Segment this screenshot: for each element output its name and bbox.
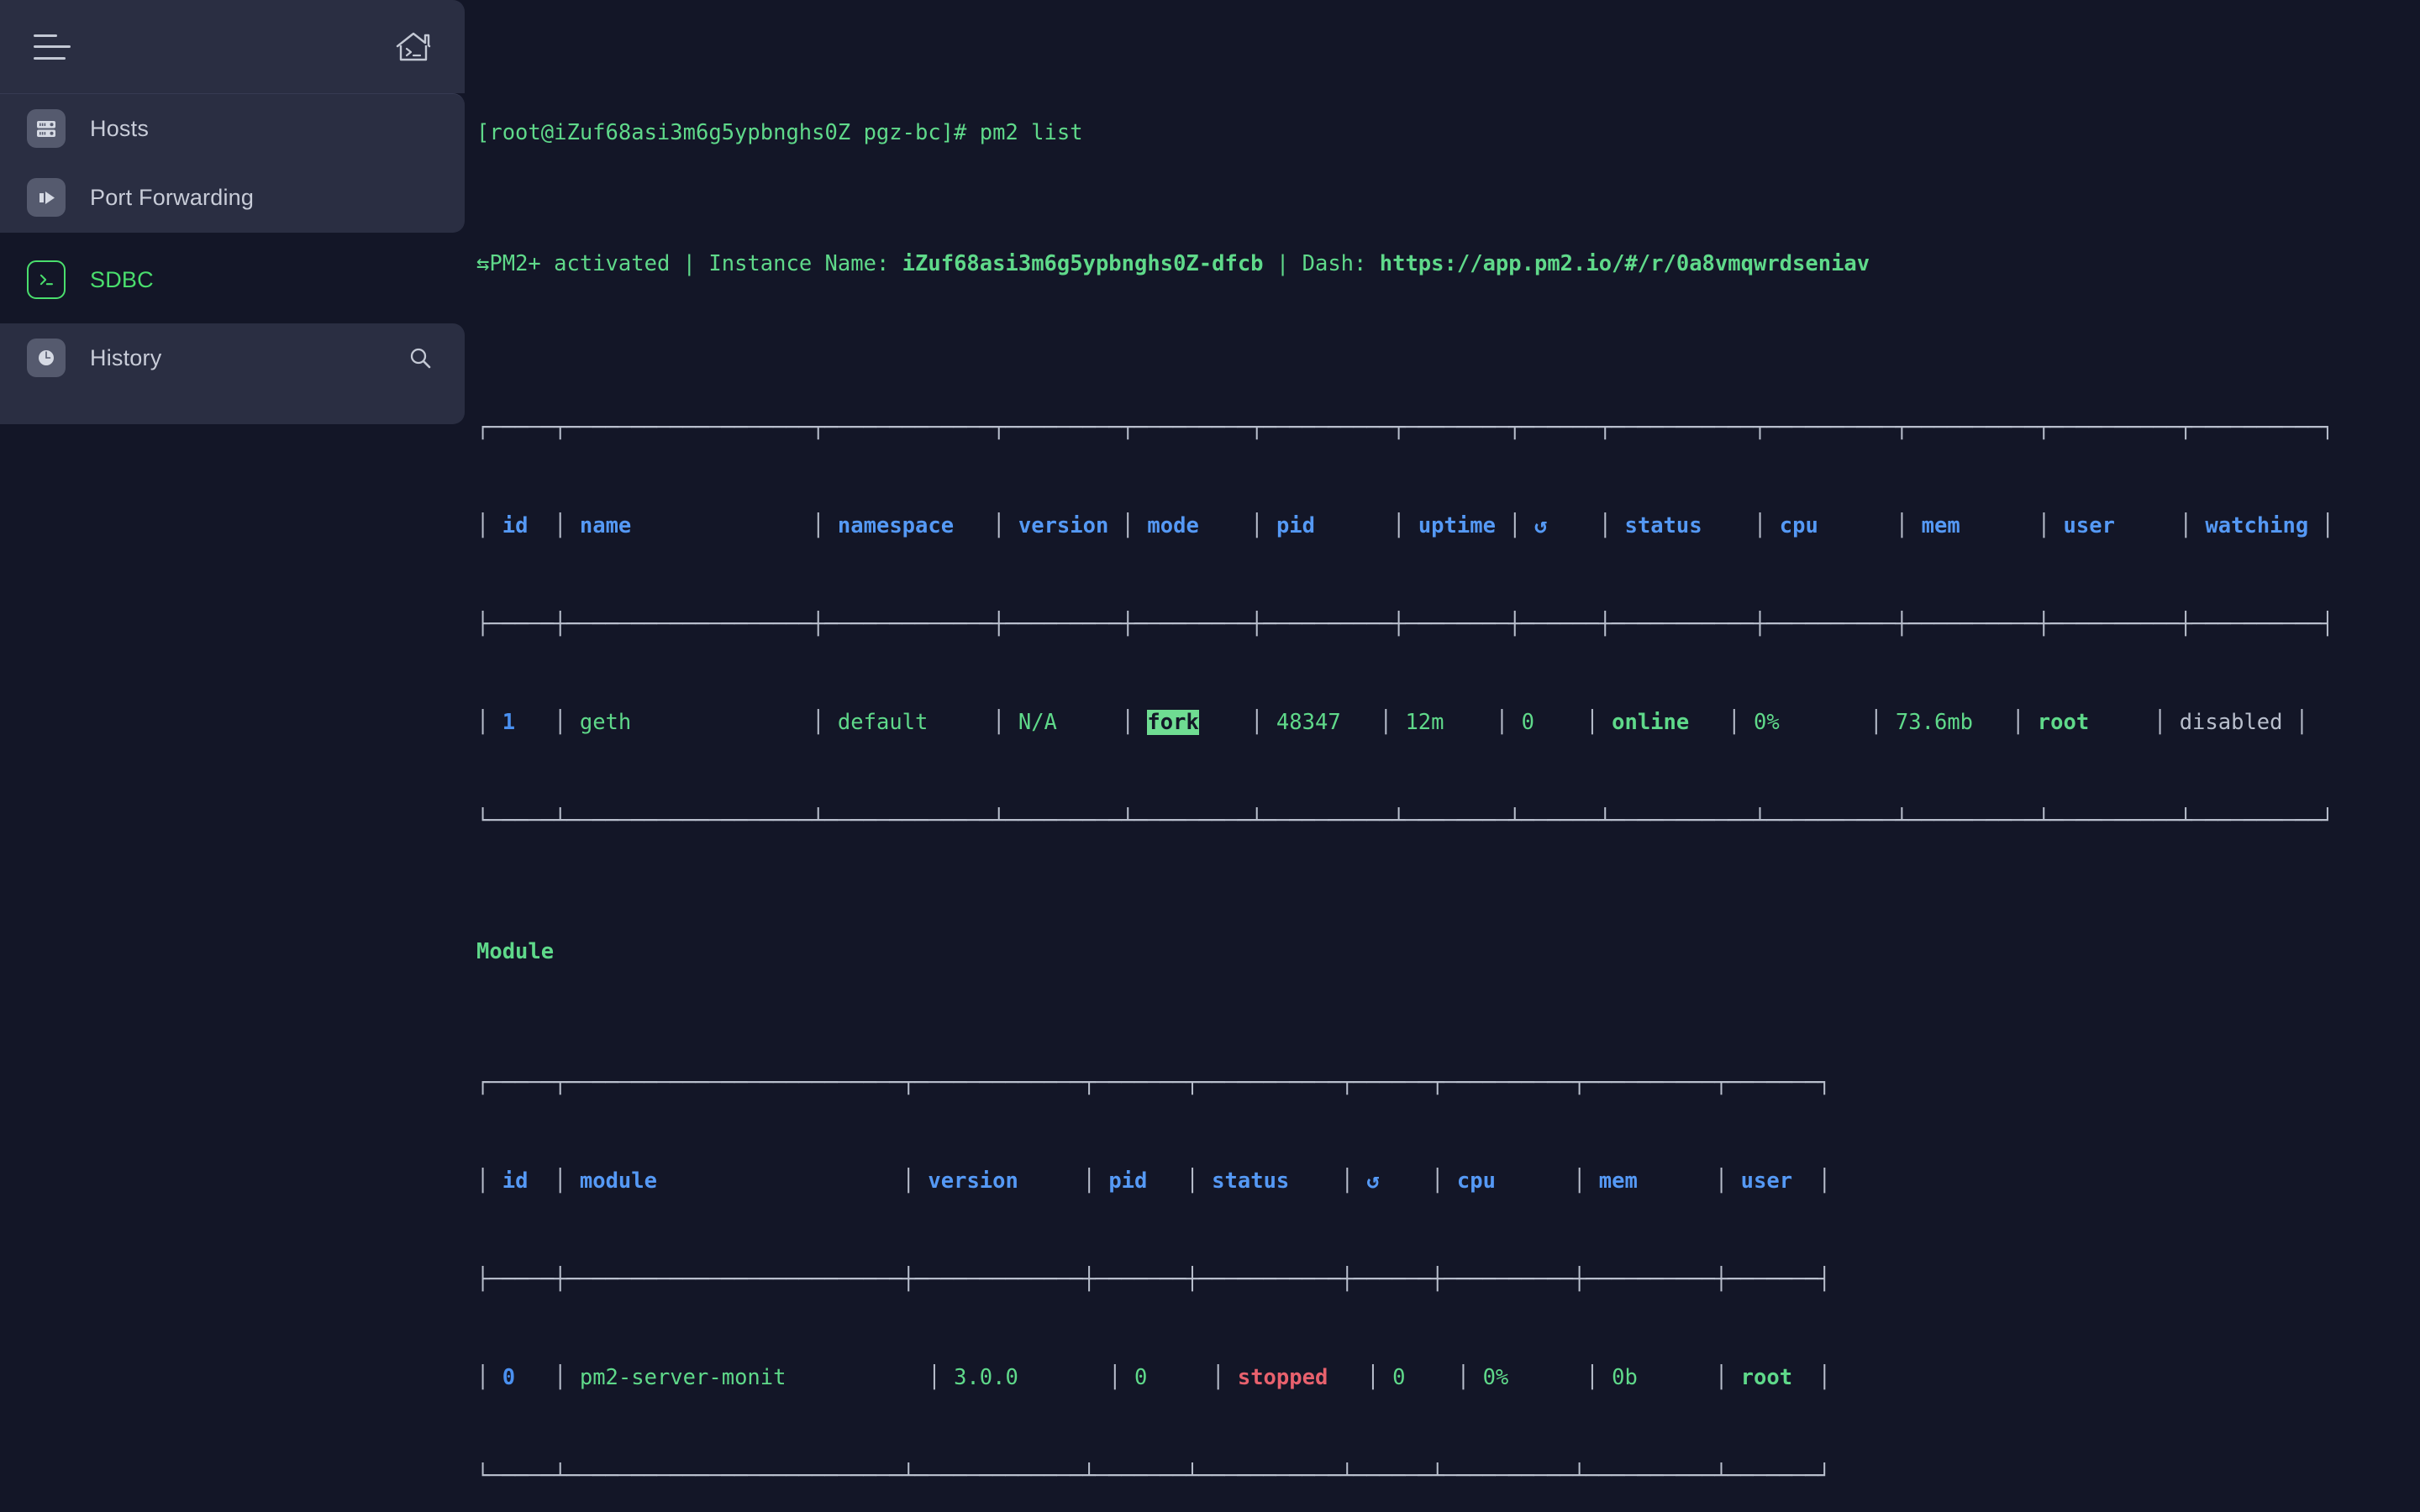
process-table-top-border: ┌─────┬───────────────────┬─────────────…	[476, 415, 2334, 440]
module-table-bottom-border: └─────┴──────────────────────────┴──────…	[476, 1463, 1831, 1488]
terminal-output-pane[interactable]: [root@iZuf68asi3m6g5ypbnghs0Z pgz-bc]# p…	[465, 0, 2420, 1512]
terminal-line-pm2-activated: ⇆PM2+ activated | Instance Name: iZuf68a…	[476, 251, 1870, 276]
process-table-header-row: │ id │ name │ namespace │ version │ mode…	[476, 513, 2334, 538]
server-rack-icon	[27, 109, 66, 148]
terminal-prompt-icon	[27, 260, 66, 299]
sidebar-group-primary: Hosts Port Forwarding	[0, 93, 465, 233]
process-table-bottom-border: └─────┴───────────────────┴─────────────…	[476, 808, 2334, 833]
sidebar-item-hosts[interactable]: Hosts	[0, 94, 465, 163]
module-section-title: Module	[476, 939, 555, 964]
process-table-row: │ 1 │ geth │ default │ N/A │ fork │ 4834…	[476, 710, 2309, 735]
sidebar-topbar	[0, 0, 465, 93]
sidebar-item-sdbc[interactable]: SDBC	[0, 245, 465, 314]
module-table-row: │ 0 │ pm2-server-monit │ 3.0.0 │ 0 │ sto…	[476, 1365, 1832, 1390]
shell-prompt: [root@iZuf68asi3m6g5ypbnghs0Z pgz-bc]#	[476, 120, 967, 145]
sidebar-item-label: Port Forwarding	[90, 184, 255, 210]
process-mode-badge: fork	[1147, 710, 1199, 735]
forward-arrow-icon	[27, 178, 66, 217]
pm2-instance-name: iZuf68asi3m6g5ypbnghs0Z-dfcb	[902, 251, 1264, 276]
clock-icon	[27, 339, 66, 377]
sidebar: Hosts Port Forwarding SDBC History	[0, 0, 465, 1512]
hamburger-icon[interactable]	[34, 34, 71, 60]
module-table-divider: ├─────┼──────────────────────────┼──────…	[476, 1267, 1831, 1292]
module-table-top-border: ┌─────┬──────────────────────────┬──────…	[476, 1070, 1831, 1095]
terminal-line-cmd-pm2-list: [root@iZuf68asi3m6g5ypbnghs0Z pgz-bc]# p…	[476, 117, 2420, 150]
sidebar-item-port-forwarding[interactable]: Port Forwarding	[0, 163, 465, 232]
sidebar-item-label: History	[90, 344, 162, 370]
sidebar-group-history: History	[0, 323, 465, 424]
app-root: Hosts Port Forwarding SDBC History [root…	[0, 0, 2420, 1512]
search-icon[interactable]	[408, 345, 433, 370]
module-status-badge: stopped	[1237, 1365, 1328, 1390]
home-terminal-icon[interactable]	[394, 30, 433, 64]
command-text: pm2 list	[979, 120, 1083, 145]
sidebar-item-label: SDBC	[90, 266, 154, 292]
process-table-divider: ├─────┼───────────────────┼─────────────…	[476, 612, 2334, 637]
module-table-header-row: │ id │ module │ version │ pid │ status │…	[476, 1168, 1832, 1194]
process-status-badge: online	[1612, 710, 1690, 735]
sidebar-item-history[interactable]: History	[0, 323, 465, 392]
pm2-dash-url: https://app.pm2.io/#/r/0a8vmqwrdseniav	[1379, 251, 1870, 276]
sidebar-item-label: Hosts	[90, 115, 150, 141]
sync-arrow-icon: ⇆	[476, 251, 490, 276]
